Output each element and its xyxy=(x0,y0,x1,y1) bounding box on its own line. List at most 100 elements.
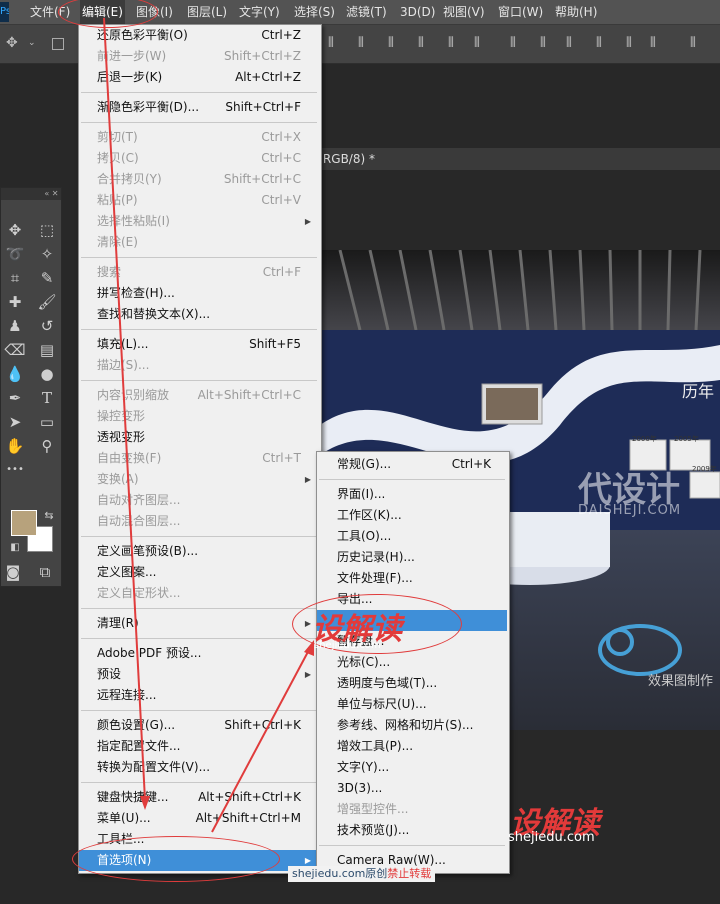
menu-item-label: 工具(O)... xyxy=(337,529,392,543)
preferences-menu-item[interactable]: 光标(C)... xyxy=(317,652,507,673)
align-icon[interactable]: ⫴ xyxy=(418,35,424,51)
tools-panel-header[interactable]: « ✕ xyxy=(1,188,61,200)
edit-menu-item: 内容识别缩放 Alt+Shift+Ctrl+C xyxy=(79,385,319,406)
dodge-tool-icon[interactable]: ● xyxy=(35,364,59,384)
align-icon[interactable]: ⫴ xyxy=(388,35,394,51)
edit-menu-item[interactable]: 键盘快捷键... Alt+Shift+Ctrl+K xyxy=(79,787,319,808)
eyedropper-icon[interactable]: ✎ xyxy=(35,268,59,288)
document-tab[interactable]: s(RGB/8) * xyxy=(300,148,720,170)
menu-separator xyxy=(81,536,317,537)
more-tools-icon[interactable]: ••• xyxy=(3,460,27,480)
align-icon[interactable]: ⫴ xyxy=(358,35,364,51)
menubar-item[interactable]: 图层(L) xyxy=(185,0,229,24)
menu-item-shortcut: Ctrl+X xyxy=(261,130,301,144)
edit-menu-item[interactable]: 拼写检查(H)... xyxy=(79,283,319,304)
menubar-item[interactable]: 3D(D) xyxy=(398,0,437,24)
edit-menu-item[interactable]: 后退一步(K) Alt+Ctrl+Z xyxy=(79,67,319,88)
preferences-menu-item[interactable]: 界面(I)... xyxy=(317,484,507,505)
edit-menu-item[interactable]: 填充(L)... Shift+F5 xyxy=(79,334,319,355)
align-icon[interactable]: ⫴ xyxy=(650,35,656,51)
move-tool-icon[interactable]: ✥ xyxy=(3,220,27,240)
preferences-menu-item[interactable]: 工作区(K)... xyxy=(317,505,507,526)
edit-menu-item: 剪切(T) Ctrl+X xyxy=(79,127,319,148)
rectangle-tool-icon[interactable]: ▭ xyxy=(35,412,59,432)
history-brush-icon[interactable]: ↺ xyxy=(35,316,59,336)
edit-menu-item[interactable]: 还原色彩平衡(O) Ctrl+Z xyxy=(79,25,319,46)
preferences-menu-item[interactable]: 参考线、网格和切片(S)... xyxy=(317,715,507,736)
auto-select-checkbox[interactable] xyxy=(52,38,64,50)
stamp-tool-icon[interactable]: ♟ xyxy=(3,316,27,336)
edit-menu-item[interactable]: 菜单(U)... Alt+Shift+Ctrl+M xyxy=(79,808,319,829)
menu-separator xyxy=(319,479,505,480)
magic-wand-icon[interactable]: ✧ xyxy=(35,244,59,264)
preferences-menu-item[interactable]: 透明度与色域(T)... xyxy=(317,673,507,694)
brush-tool-icon[interactable]: 🖌 xyxy=(35,292,59,312)
preferences-menu-item[interactable]: 3D(3)... xyxy=(317,778,507,799)
path-select-icon[interactable]: ➤ xyxy=(3,412,27,432)
healing-brush-icon[interactable]: ✚ xyxy=(3,292,27,312)
preferences-menu-item[interactable]: 增效工具(P)... xyxy=(317,736,507,757)
menubar-item[interactable]: 窗口(W) xyxy=(496,0,545,24)
screen-mode-icon[interactable]: ⧉ xyxy=(33,562,57,582)
align-icon[interactable]: ⫴ xyxy=(566,35,572,51)
menu-item-label: 操控变形 xyxy=(97,409,146,423)
align-icon[interactable]: ⫴ xyxy=(474,35,480,51)
preferences-menu-item[interactable]: 常规(G)... Ctrl+K xyxy=(317,454,507,475)
type-tool-icon[interactable]: T xyxy=(35,388,59,408)
align-icon[interactable]: ⫴ xyxy=(540,35,546,51)
footer-watermark-text: shejiedu.com原创 xyxy=(292,867,388,880)
align-icon[interactable]: ⫴ xyxy=(510,35,516,51)
menubar-item[interactable]: 帮助(H) xyxy=(553,0,599,24)
pen-tool-icon[interactable]: ✒ xyxy=(3,388,27,408)
footer-warning-text: 禁止转载 xyxy=(387,867,432,880)
quick-mask-icon[interactable]: ◙ xyxy=(1,562,25,582)
menubar-item[interactable]: 滤镜(T) xyxy=(344,0,389,24)
edit-menu-item[interactable]: 渐隐色彩平衡(D)... Shift+Ctrl+F xyxy=(79,97,319,118)
menubar-item[interactable]: 选择(S) xyxy=(292,0,337,24)
default-colors-icon[interactable]: ◧ xyxy=(3,538,27,558)
crop-tool-icon[interactable]: ⌗ xyxy=(3,268,27,288)
marquee-tool-icon[interactable]: ⬚ xyxy=(35,220,59,240)
swap-colors-icon[interactable]: ⇆ xyxy=(37,506,61,526)
blur-tool-icon[interactable]: 💧 xyxy=(3,364,27,384)
menubar-item[interactable]: 文字(Y) xyxy=(237,0,282,24)
lasso-tool-icon[interactable]: ➰ xyxy=(3,244,27,264)
menu-item-label: 变换(A) xyxy=(97,472,139,486)
edit-menu-item[interactable]: 远程连接... xyxy=(79,685,319,706)
menu-item-label: 文件处理(F)... xyxy=(337,571,413,585)
edit-menu-item[interactable]: 查找和替换文本(X)... xyxy=(79,304,319,325)
gradient-tool-icon[interactable]: ▤ xyxy=(35,340,59,360)
annotation-circle-preferences xyxy=(72,836,280,882)
edit-menu-item[interactable]: 指定配置文件... xyxy=(79,736,319,757)
align-icon[interactable]: ⫴ xyxy=(328,35,334,51)
move-tool-icon[interactable]: ✥ xyxy=(6,35,18,51)
hand-tool-icon[interactable]: ✋ xyxy=(3,436,27,456)
preferences-menu-item[interactable]: 工具(O)... xyxy=(317,526,507,547)
edit-menu-item[interactable]: 预设 ▶ xyxy=(79,664,319,685)
edit-menu-item[interactable]: Adobe PDF 预设... xyxy=(79,643,319,664)
align-icon[interactable]: ⫴ xyxy=(448,35,454,51)
edit-menu-item[interactable]: 清理(R) ▶ xyxy=(79,613,319,634)
edit-menu-item[interactable]: 透视变形 xyxy=(79,427,319,448)
menu-item-shortcut: Ctrl+T xyxy=(262,451,301,465)
edit-menu-item[interactable]: 颜色设置(G)... Shift+Ctrl+K xyxy=(79,715,319,736)
eraser-tool-icon[interactable]: ⌫ xyxy=(3,340,27,360)
menu-item-label: 自由变换(F) xyxy=(97,451,162,465)
chevron-down-icon[interactable]: ⌄ xyxy=(28,38,36,48)
menu-item-label: 合并拷贝(Y) xyxy=(97,172,162,186)
preferences-menu-item[interactable]: 文件处理(F)... xyxy=(317,568,507,589)
zoom-tool-icon[interactable]: ⚲ xyxy=(35,436,59,456)
preferences-menu-item[interactable]: 文字(Y)... xyxy=(317,757,507,778)
edit-menu-item[interactable]: 转换为配置文件(V)... xyxy=(79,757,319,778)
edit-menu-item: 选择性粘贴(I) ▶ xyxy=(79,211,319,232)
align-icon[interactable]: ⫴ xyxy=(596,35,602,51)
menu-item-label: 单位与标尺(U)... xyxy=(337,697,427,711)
preferences-menu-item[interactable]: 单位与标尺(U)... xyxy=(317,694,507,715)
preferences-menu-item[interactable]: 技术预览(J)... xyxy=(317,820,507,841)
preferences-menu-item[interactable]: 历史记录(H)... xyxy=(317,547,507,568)
edit-menu-item[interactable]: 定义画笔预设(B)... xyxy=(79,541,319,562)
menubar-item[interactable]: 视图(V) xyxy=(441,0,487,24)
align-icon[interactable]: ⫴ xyxy=(626,35,632,51)
align-icon[interactable]: ⫴ xyxy=(690,35,696,51)
edit-menu-item[interactable]: 定义图案... xyxy=(79,562,319,583)
